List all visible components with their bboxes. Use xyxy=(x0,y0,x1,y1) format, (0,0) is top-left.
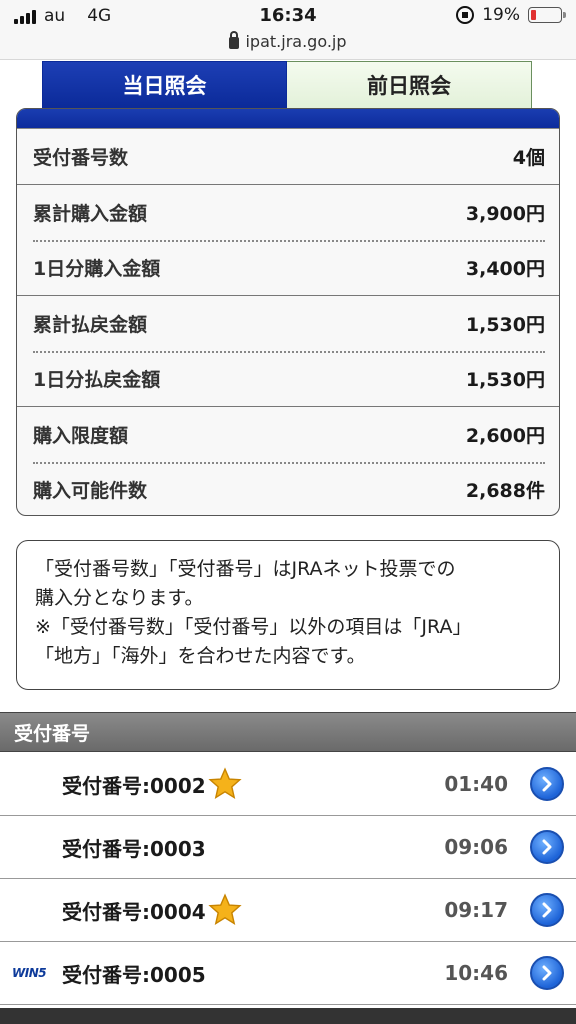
status-right: 19% xyxy=(456,5,566,25)
receipt-label: 受付番号:0005 xyxy=(62,962,206,987)
summary-row-purchase-limit: 購入限度額 2,600円 xyxy=(17,407,559,462)
summary-header-bar xyxy=(17,109,559,129)
summary-row-receipt-count: 受付番号数 4個 xyxy=(17,129,559,184)
receipt-row[interactable]: 受付番号:0003 09:06 xyxy=(0,816,576,879)
url-text: ipat.jra.go.jp xyxy=(245,32,347,51)
receipt-label: 受付番号:0002 xyxy=(62,773,206,798)
star-icon xyxy=(208,893,242,925)
summary-label: 受付番号数 xyxy=(33,147,129,169)
summary-row-total-purchase: 累計購入金額 3,900円 xyxy=(17,185,559,240)
chevron-right-circle-icon[interactable] xyxy=(530,893,564,927)
summary-value: 3,900円 xyxy=(465,203,545,225)
receipt-row[interactable]: 受付番号:0004 09:17 xyxy=(0,879,576,942)
chevron-right-circle-icon[interactable] xyxy=(530,830,564,864)
summary-label: 累計払戻金額 xyxy=(33,314,148,336)
receipt-row[interactable]: WIN5 受付番号:0005 10:46 xyxy=(0,942,576,1005)
summary-value: 4個 xyxy=(512,147,545,169)
summary-label: 購入限度額 xyxy=(33,425,129,447)
tab-previous-day[interactable]: 前日照会 xyxy=(287,61,532,109)
lock-icon xyxy=(229,31,240,49)
notice-line: 購入分となります。 xyxy=(35,587,204,609)
summary-value: 1,530円 xyxy=(465,314,545,336)
summary-row-purchasable-count: 購入可能件数 2,688件 xyxy=(17,462,559,515)
receipt-label: 受付番号:0003 xyxy=(62,836,206,861)
notice-box: 「受付番号数」「受付番号」はJRAネット投票での 購入分となります。 ※「受付番… xyxy=(16,540,560,690)
summary-label: 1日分払戻金額 xyxy=(33,369,161,391)
battery-percent: 19% xyxy=(482,5,520,25)
summary-label: 1日分購入金額 xyxy=(33,258,161,280)
section-header-receipts: 受付番号 xyxy=(0,712,576,752)
receipt-time: 09:06 xyxy=(444,835,508,859)
battery-icon xyxy=(528,7,566,23)
summary-value: 1,530円 xyxy=(465,369,545,391)
summary-value: 2,688件 xyxy=(465,480,545,502)
receipt-time: 10:46 xyxy=(444,961,508,985)
summary-card: 受付番号数 4個 累計購入金額 3,900円 1日分購入金額 3,400円 累計… xyxy=(16,108,560,516)
tab-bar: 当日照会 前日照会 xyxy=(42,61,532,109)
summary-row-daily-payout: 1日分払戻金額 1,530円 xyxy=(17,351,559,406)
receipt-label: 受付番号:0004 xyxy=(62,899,206,924)
url-bar[interactable]: ipat.jra.go.jp xyxy=(0,31,576,51)
win5-badge-icon: WIN5 xyxy=(12,966,50,980)
notice-line: 「受付番号数」「受付番号」はJRAネット投票での xyxy=(35,558,456,580)
receipt-time: 09:17 xyxy=(444,898,508,922)
summary-row-daily-purchase: 1日分購入金額 3,400円 xyxy=(17,240,559,295)
notice-line: 「地方」「海外」を合わせた内容です。 xyxy=(35,645,366,667)
receipt-row[interactable]: 受付番号:0002 01:40 xyxy=(0,753,576,816)
summary-label: 購入可能件数 xyxy=(33,480,148,502)
tab-today[interactable]: 当日照会 xyxy=(42,61,287,109)
star-icon xyxy=(208,767,242,799)
notice-line: ※「受付番号数」「受付番号」以外の項目は「JRA」 xyxy=(35,616,472,638)
summary-label: 累計購入金額 xyxy=(33,203,148,225)
receipt-time: 01:40 xyxy=(444,772,508,796)
chevron-right-circle-icon[interactable] xyxy=(530,767,564,801)
win5-badge-text: WIN5 xyxy=(12,966,47,980)
summary-value: 2,600円 xyxy=(465,425,545,447)
chevron-right-circle-icon[interactable] xyxy=(530,956,564,990)
summary-value: 3,400円 xyxy=(465,258,545,280)
summary-row-total-payout: 累計払戻金額 1,530円 xyxy=(17,296,559,351)
status-bar: au 4G 16:34 19% ipat.jra.go.jp xyxy=(0,0,576,60)
bottom-toolbar xyxy=(0,1008,576,1024)
rotation-lock-icon xyxy=(456,6,475,24)
